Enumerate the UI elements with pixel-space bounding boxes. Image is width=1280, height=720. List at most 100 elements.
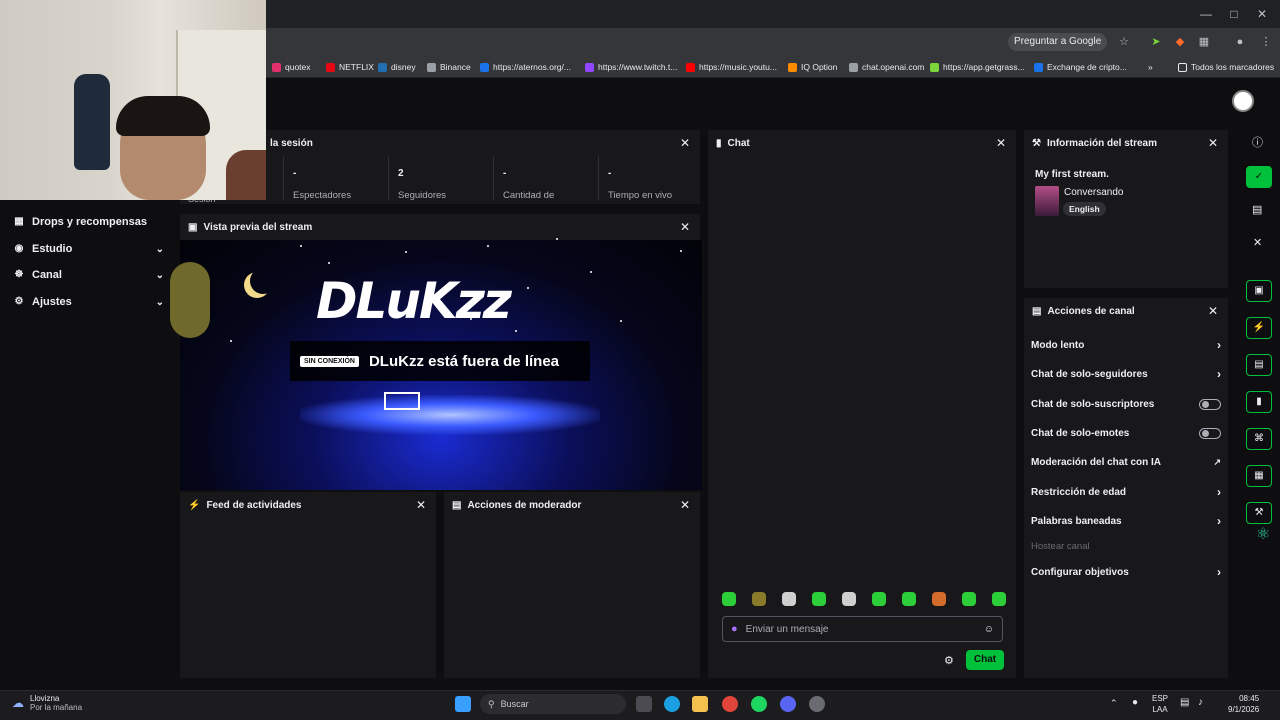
- info-icon[interactable]: ⓘ: [1252, 134, 1263, 150]
- chevron-down-icon: ⌄: [155, 243, 164, 255]
- close-icon[interactable]: ✕: [680, 498, 690, 512]
- bookmarks-overflow-icon[interactable]: »: [1148, 60, 1153, 74]
- stat-divider: [493, 156, 494, 200]
- emote-icon[interactable]: [782, 592, 796, 606]
- emote-icon[interactable]: [932, 592, 946, 606]
- emote-icon[interactable]: [902, 592, 916, 606]
- bookmark-item[interactable]: disney: [378, 60, 416, 74]
- user-avatar[interactable]: [1232, 90, 1254, 112]
- preview-icon: ▣: [188, 221, 198, 233]
- bookmark-star-icon[interactable]: ☆: [1116, 34, 1132, 50]
- subscribers-only-toggle[interactable]: [1199, 398, 1221, 410]
- language-indicator[interactable]: ESP LAA: [1152, 693, 1168, 715]
- action-age-restriction[interactable]: Restricción de edad ›: [1031, 484, 1221, 500]
- network-icon[interactable]: ▤: [1180, 697, 1189, 708]
- bookmark-item[interactable]: quotex: [272, 60, 311, 74]
- taskbar-search[interactable]: ⚲ Buscar: [480, 694, 626, 714]
- chevron-right-icon: ›: [1217, 367, 1221, 381]
- action-ai-moderation[interactable]: Moderación del chat con IA ↗: [1031, 454, 1221, 470]
- spotify-icon[interactable]: [751, 696, 767, 712]
- activity-widget-icon[interactable]: ⚡: [1246, 317, 1272, 339]
- browser-menu-icon[interactable]: ⋮: [1258, 34, 1274, 50]
- bookmark-item[interactable]: https://aternos.org/...: [480, 60, 571, 74]
- extension-grass-icon[interactable]: ➤: [1148, 34, 1164, 50]
- emote-icon[interactable]: [872, 592, 886, 606]
- bookmark-item[interactable]: https://app.getgrass...: [930, 60, 1025, 74]
- chat-send-button[interactable]: Chat: [966, 650, 1004, 670]
- emoji-icon[interactable]: ☺: [984, 624, 994, 635]
- obs-icon[interactable]: [809, 696, 825, 712]
- windows-start-icon[interactable]: [455, 696, 471, 712]
- chat-message-field[interactable]: ● ☺: [722, 616, 1003, 642]
- layout-icon[interactable]: ▤: [1252, 203, 1262, 216]
- broadcast-widget-icon[interactable]: ⌘: [1246, 428, 1272, 450]
- minimize-icon[interactable]: —: [1196, 6, 1216, 22]
- maximize-icon[interactable]: □: [1224, 6, 1244, 22]
- emote-icon[interactable]: [842, 592, 856, 606]
- volume-icon[interactable]: ♪: [1198, 697, 1203, 708]
- chat-widget-icon[interactable]: ▮: [1246, 391, 1272, 413]
- chat-input[interactable]: [745, 623, 976, 635]
- preview-widget-icon[interactable]: ▣: [1246, 280, 1272, 302]
- tray-chevron-icon[interactable]: ⌃: [1110, 698, 1118, 709]
- profile-icon[interactable]: ●: [1232, 34, 1248, 50]
- check-icon[interactable]: ✓: [1246, 166, 1272, 188]
- stat-divider: [598, 156, 599, 200]
- close-rail-icon[interactable]: ✕: [1253, 236, 1262, 249]
- emote-icon[interactable]: [752, 592, 766, 606]
- stat-amount: - Cantidad de: [503, 168, 555, 201]
- discord-icon[interactable]: [780, 696, 796, 712]
- stream-info-header: ⚒ Información del stream: [1032, 137, 1157, 149]
- bookmark-item[interactable]: https://music.youtu...: [686, 60, 777, 74]
- bookmark-item[interactable]: Binance: [427, 60, 471, 74]
- extension-metamask-icon[interactable]: ◆: [1172, 34, 1188, 50]
- close-icon[interactable]: ✕: [680, 136, 690, 150]
- dashboard-sidebar: [0, 124, 172, 690]
- close-icon[interactable]: ✕: [680, 220, 690, 234]
- chat-settings-gear-icon[interactable]: ⚙: [944, 654, 954, 667]
- bookmark-item[interactable]: chat.openai.com: [849, 60, 924, 74]
- wrench-widget-icon[interactable]: ⚒: [1246, 502, 1272, 524]
- language-tag[interactable]: English: [1063, 202, 1106, 216]
- sidebar-item-channel[interactable]: ☸ Canal ⌄: [14, 266, 164, 284]
- close-icon[interactable]: ✕: [996, 136, 1006, 150]
- action-followers-only[interactable]: Chat de solo-seguidores ›: [1031, 366, 1221, 382]
- edge-icon[interactable]: [664, 696, 680, 712]
- chrome-icon[interactable]: [722, 696, 738, 712]
- moderator-widget-icon[interactable]: ▤: [1246, 354, 1272, 376]
- emote-icon[interactable]: [992, 592, 1006, 606]
- close-icon[interactable]: ✕: [1208, 304, 1218, 318]
- close-icon[interactable]: ✕: [416, 498, 426, 512]
- bookmark-item[interactable]: IQ Option: [788, 60, 837, 74]
- action-configure-goals[interactable]: Configurar objetivos ›: [1031, 564, 1221, 580]
- action-banned-words[interactable]: Palabras baneadas ›: [1031, 513, 1221, 529]
- file-explorer-icon[interactable]: [692, 696, 708, 712]
- moderator-actions-header: ▤ Acciones de moderador: [452, 499, 582, 511]
- weather-widget[interactable]: ☁ Llovizna Por la mañana: [12, 694, 82, 712]
- emote-icon[interactable]: [962, 592, 976, 606]
- close-icon[interactable]: ✕: [1208, 136, 1218, 150]
- bookmark-item[interactable]: NETFLIX: [326, 60, 374, 74]
- all-bookmarks-button[interactable]: Todos los marcadores: [1178, 60, 1274, 74]
- sidebar-item-drops[interactable]: ▦ Drops y recompensas: [14, 213, 164, 231]
- extensions-puzzle-icon[interactable]: ▦: [1196, 34, 1212, 50]
- sidebar-item-studio[interactable]: ◉ Estudio ⌄: [14, 240, 164, 258]
- microphone-tray-icon[interactable]: ●: [1132, 697, 1138, 708]
- emote-icon[interactable]: [722, 592, 736, 606]
- microphone-icon[interactable]: ●: [731, 623, 738, 635]
- category-box-art[interactable]: [1035, 186, 1059, 216]
- info-widget-icon[interactable]: ▦: [1246, 465, 1272, 487]
- emotes-only-toggle[interactable]: [1199, 427, 1221, 439]
- search-icon: ⚲: [488, 698, 495, 709]
- emote-icon[interactable]: [812, 592, 826, 606]
- close-window-icon[interactable]: ✕: [1252, 6, 1272, 22]
- task-view-icon[interactable]: [636, 696, 652, 712]
- sidebar-item-settings[interactable]: ⚙ Ajustes ⌄: [14, 293, 164, 311]
- ask-google-button[interactable]: Preguntar a Google: [1008, 33, 1108, 51]
- bookmark-favicon-icon: [585, 62, 594, 72]
- bookmark-item[interactable]: Exchange de cripto...: [1034, 60, 1127, 74]
- taskbar-clock[interactable]: 08:45 9/1/2026: [1228, 693, 1259, 715]
- bookmark-item[interactable]: https://www.twitch.t...: [585, 60, 677, 74]
- action-slow-mode[interactable]: Modo lento ›: [1031, 337, 1221, 353]
- stream-category[interactable]: Conversando: [1064, 187, 1123, 198]
